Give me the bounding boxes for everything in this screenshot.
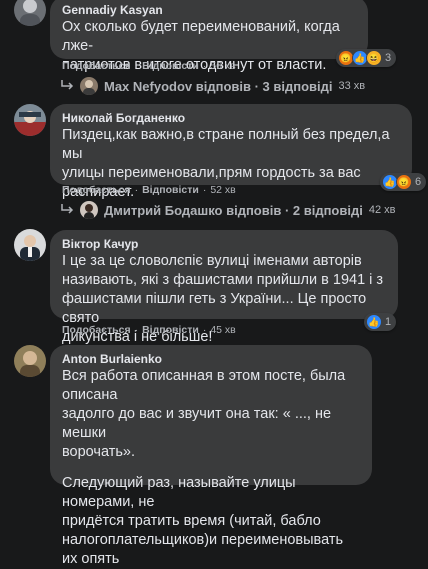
comment-bubble: Николай Богданенко Пиздец,как важно,в ст… <box>50 104 412 200</box>
avatar[interactable] <box>14 345 46 377</box>
reply-avatar <box>80 77 98 95</box>
reaction-count: 1 <box>385 316 392 328</box>
timestamp[interactable]: 56 хв <box>210 60 235 72</box>
haha-icon: 😆 <box>366 50 382 66</box>
reply-time: 33 хв <box>338 80 366 92</box>
reply-arrow-icon <box>61 80 74 90</box>
comment-author[interactable]: Anton Burlaienko <box>62 352 360 367</box>
comment-author[interactable]: Николай Богданенко <box>62 111 400 126</box>
timestamp[interactable]: 52 хв <box>210 184 235 196</box>
avatar[interactable] <box>14 229 46 261</box>
comment-bubble: Gennadiy Kasyan Ох сколько будет переиме… <box>50 0 368 73</box>
like-icon: 👍 <box>366 314 382 330</box>
reply-button[interactable]: Відповісти <box>142 60 199 72</box>
comment-bubble: Віктор Качур І це за це словолєпіє вулиц… <box>50 230 398 345</box>
avatar[interactable] <box>14 0 46 26</box>
like-button[interactable]: Подобається <box>62 60 131 72</box>
reply-button[interactable]: Відповісти <box>142 184 199 196</box>
reaction-count: 3 <box>385 52 392 64</box>
comment-text: Вся работа описанная в этом посте, была … <box>62 368 346 567</box>
reply-avatar <box>80 201 98 219</box>
reaction-count: 6 <box>415 176 422 188</box>
reply-summary[interactable]: Max Nefyodov відповів · 3 відповіді <box>104 79 333 94</box>
reaction-summary[interactable]: 😠 👍 😆 3 <box>336 49 397 67</box>
reply-button[interactable]: Відповісти <box>142 324 199 336</box>
view-replies[interactable]: Max Nefyodov відповів · 3 відповіді 33 х… <box>60 77 365 95</box>
comment-author[interactable]: Gennadiy Kasyan <box>62 3 356 18</box>
timestamp[interactable]: 45 хв <box>210 324 235 336</box>
comment-author[interactable]: Віктор Качур <box>62 237 386 252</box>
comment-actions: Подобається · Відповісти · 52 хв <box>62 184 236 196</box>
avatar[interactable] <box>14 104 46 136</box>
reaction-summary[interactable]: 👍 😠 6 <box>380 173 427 191</box>
angry-icon: 😠 <box>396 174 412 190</box>
reply-arrow-icon <box>61 204 74 214</box>
comment-actions: Подобається · Відповісти · 45 хв <box>62 324 236 336</box>
comment-bubble: Anton Burlaienko Вся работа описанная в … <box>50 345 372 567</box>
reply-summary[interactable]: Дмитрий Бодашко відповів · 2 відповіді <box>104 203 363 218</box>
view-replies[interactable]: Дмитрий Бодашко відповів · 2 відповіді 4… <box>60 201 396 219</box>
reply-time: 42 хв <box>368 204 396 216</box>
like-button[interactable]: Подобається <box>62 184 131 196</box>
like-button[interactable]: Подобається <box>62 324 131 336</box>
reaction-summary[interactable]: 👍 1 <box>364 313 397 331</box>
comment-actions: Подобається · Відповісти · 56 хв <box>62 60 236 72</box>
